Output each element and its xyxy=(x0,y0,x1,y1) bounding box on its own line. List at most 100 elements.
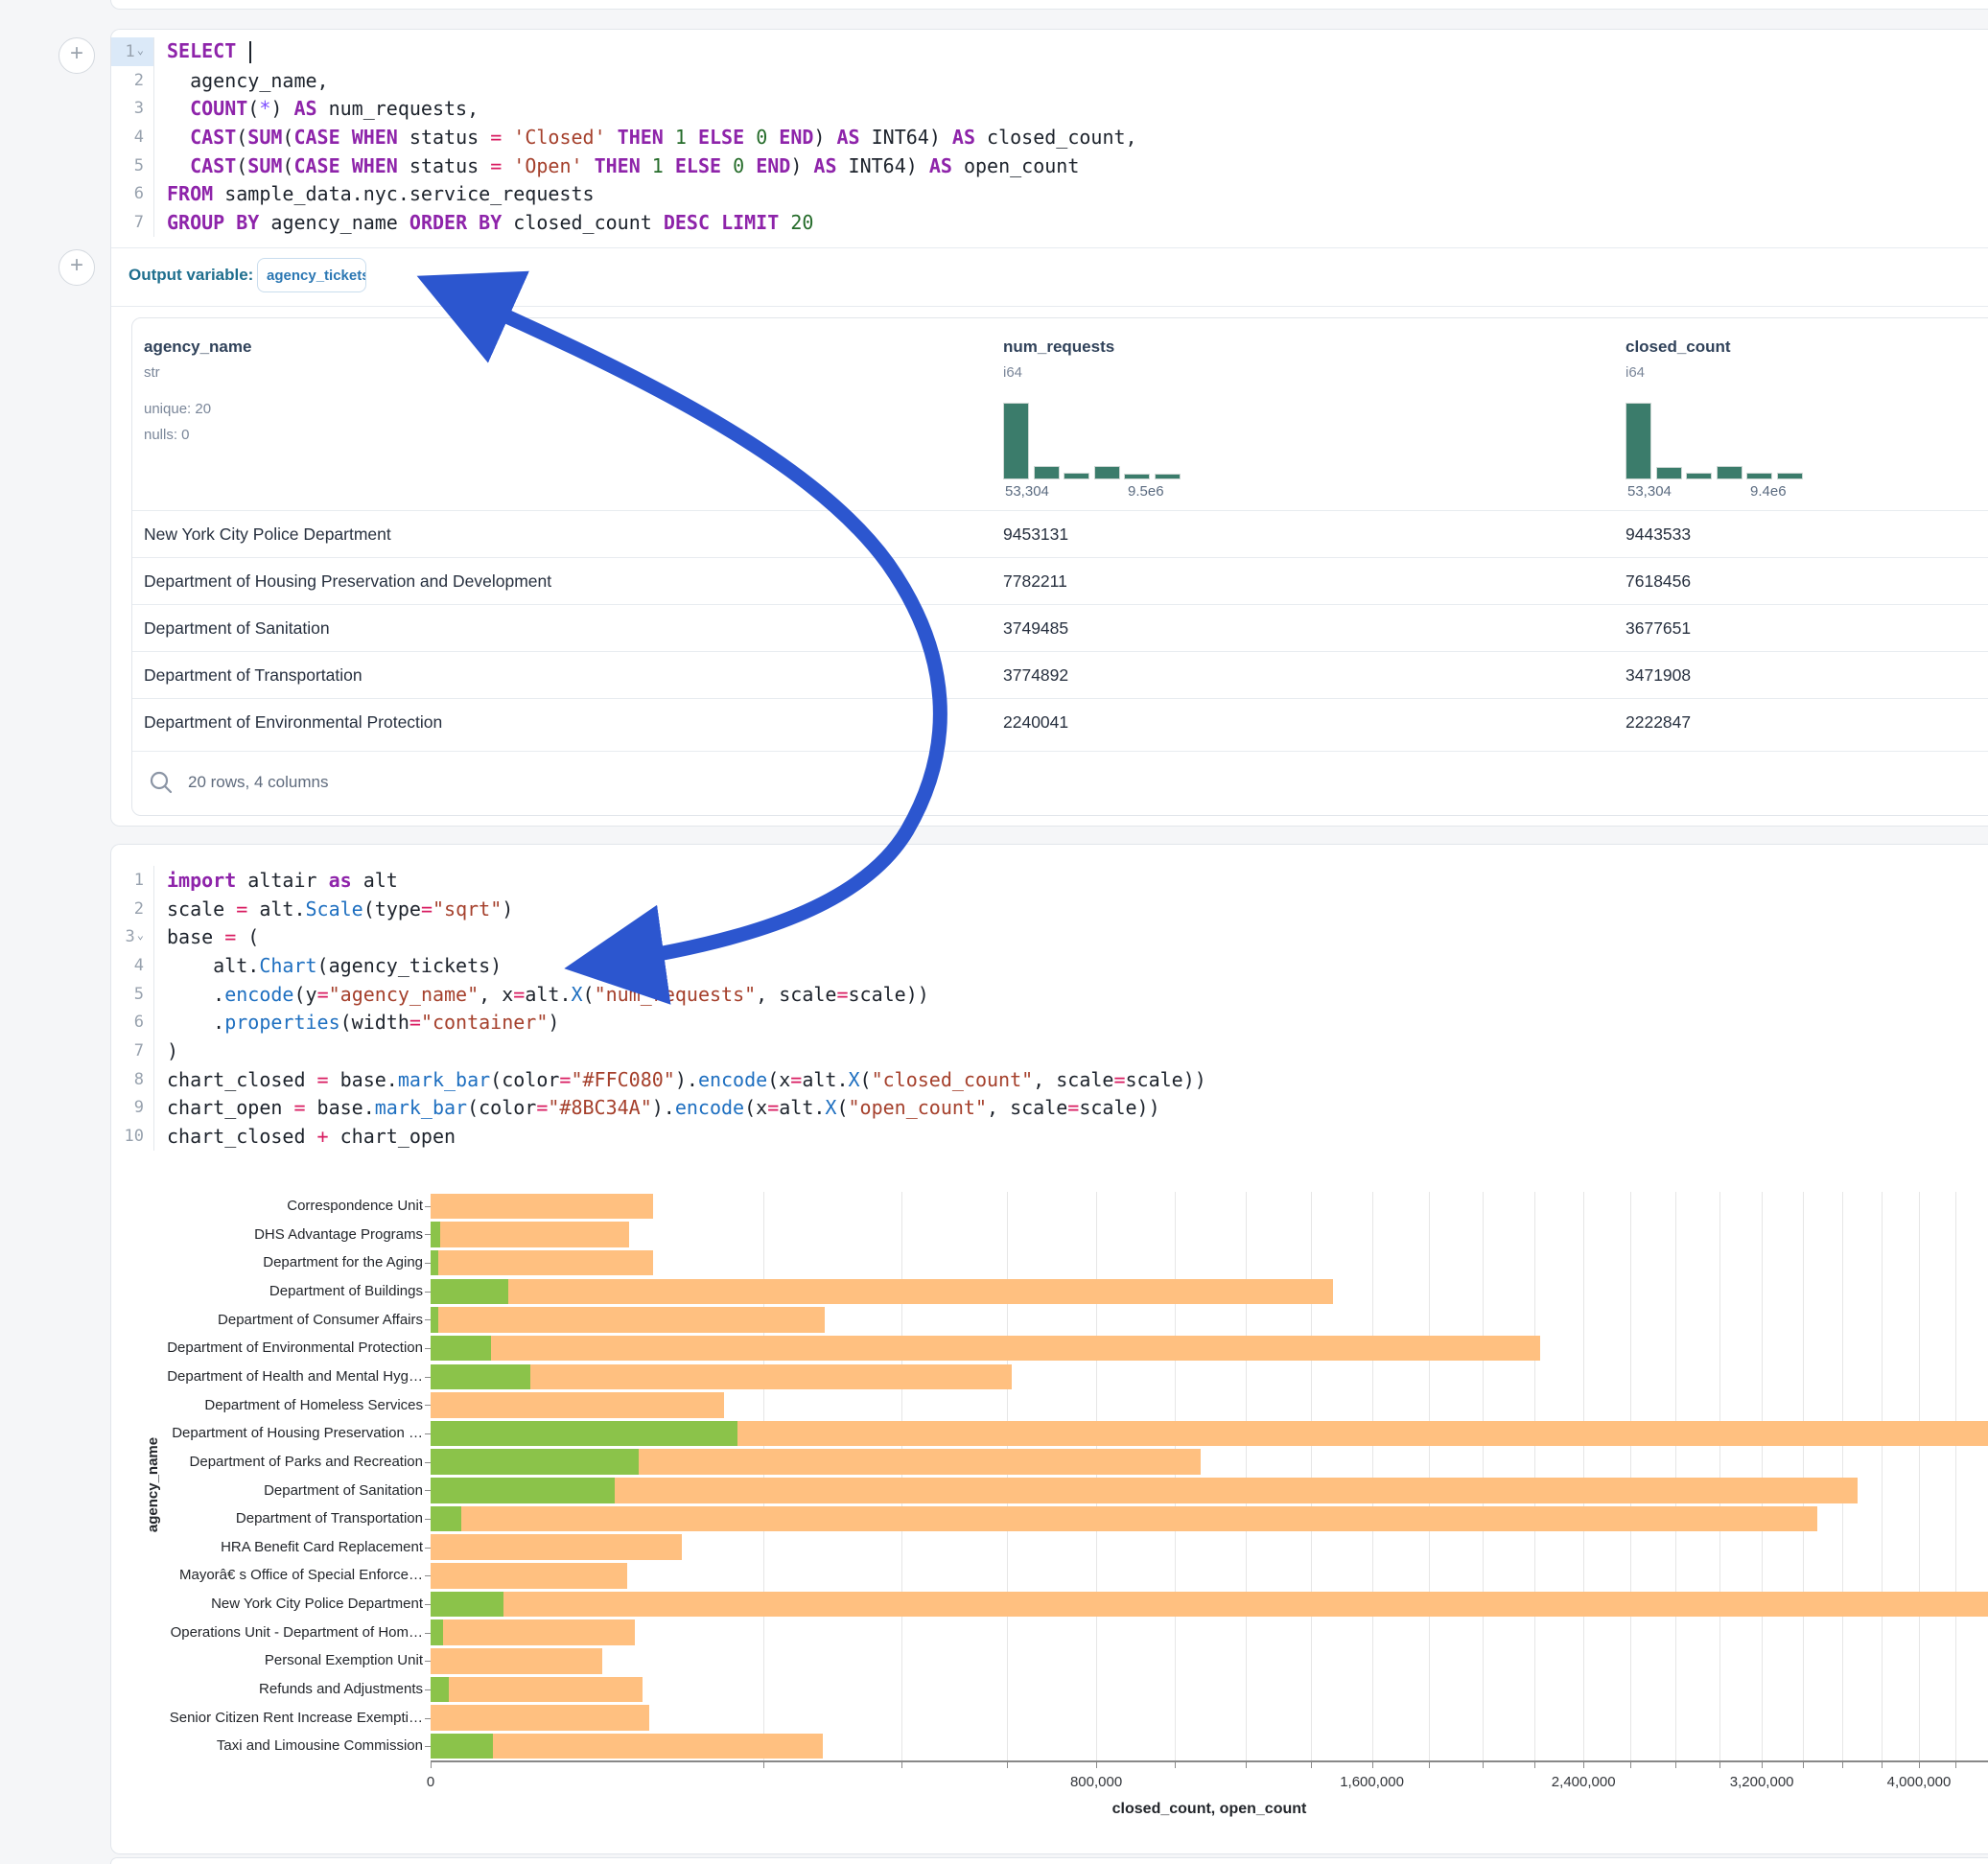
line-number: 4 xyxy=(111,951,154,980)
histogram-bar xyxy=(1746,473,1772,479)
table-row[interactable]: Department of Transportation 3774892 34719… xyxy=(132,651,1988,699)
table-row[interactable]: Department of Sanitation37494853677651 xyxy=(132,604,1988,652)
divider xyxy=(111,306,1988,307)
table-footer: 20 rows, 4 columns xyxy=(132,751,1988,816)
line-number: 4 xyxy=(111,123,154,151)
chevron-down-icon[interactable]: ⌄ xyxy=(137,43,144,57)
histogram-bar xyxy=(1155,474,1181,479)
table-cell: 3774892 xyxy=(1003,652,1068,699)
line-number: 7 xyxy=(111,208,154,237)
code-line: 1import altair as alt xyxy=(111,866,1988,895)
code-line: 5 .encode(y="agency_name", x=alt.X("num_… xyxy=(111,980,1988,1009)
column-histogram[interactable] xyxy=(1003,403,1185,479)
column-type: i64 xyxy=(1003,364,1022,381)
line-number: 1 xyxy=(111,866,154,895)
column-type: i64 xyxy=(1625,364,1645,381)
code-text: scale = alt.Scale(type="sqrt") xyxy=(154,897,513,920)
line-number: 5 xyxy=(111,980,154,1009)
text-cursor xyxy=(249,41,251,63)
table-cell: 3471908 xyxy=(1625,652,1691,699)
search-icon[interactable] xyxy=(148,769,175,796)
histogram-bar xyxy=(1717,466,1742,479)
python-code-editor[interactable]: 1import altair as alt2scale = alt.Scale(… xyxy=(111,866,1988,1151)
histogram-bar xyxy=(1686,473,1712,479)
python-cell-card: 1import altair as alt2scale = alt.Scale(… xyxy=(110,844,1988,1854)
code-text: CAST(SUM(CASE WHEN status = 'Closed' THE… xyxy=(154,126,1137,149)
line-number: 3 xyxy=(111,94,154,123)
result-table: agency_namestrunique: 20nulls: 0num_requ… xyxy=(131,317,1988,816)
histogram-bar xyxy=(1656,467,1682,479)
table-cell: 7618456 xyxy=(1625,558,1691,605)
code-text: chart_open = base.mark_bar(color="#8BC34… xyxy=(154,1096,1160,1119)
table-cell: Department of Transportation xyxy=(144,652,363,699)
table-row[interactable]: New York City Police Department945313194… xyxy=(132,510,1988,558)
code-text: .properties(width="container") xyxy=(154,1011,559,1034)
column-header[interactable]: closed_count xyxy=(1625,338,1731,357)
code-line: 2scale = alt.Scale(type="sqrt") xyxy=(111,895,1988,923)
code-text: .encode(y="agency_name", x=alt.X("num_re… xyxy=(154,983,929,1006)
output-variable-row: Output variable: agency_tickets xyxy=(111,248,1988,306)
output-variable-pill[interactable]: agency_tickets xyxy=(257,258,366,292)
code-line: 3 COUNT(*) AS num_requests, xyxy=(111,94,1988,123)
sql-code-editor[interactable]: 1⌄SELECT 2 agency_name,3 COUNT(*) AS num… xyxy=(111,37,1988,237)
table-cell: 2240041 xyxy=(1003,699,1068,746)
code-line: 4 alt.Chart(agency_tickets) xyxy=(111,951,1988,980)
line-number: 2 xyxy=(111,66,154,95)
chevron-down-icon[interactable]: ⌄ xyxy=(137,928,144,942)
histogram-min-label: 53,304 xyxy=(1005,483,1049,500)
add-cell-button[interactable]: + xyxy=(58,249,95,286)
histogram-bar xyxy=(1124,474,1150,479)
histogram-bar xyxy=(1034,466,1060,479)
code-line: 9chart_open = base.mark_bar(color="#8BC3… xyxy=(111,1094,1988,1123)
table-cell: 3749485 xyxy=(1003,605,1068,652)
column-header[interactable]: num_requests xyxy=(1003,338,1114,357)
code-text: CAST(SUM(CASE WHEN status = 'Open' THEN … xyxy=(154,154,1079,177)
output-variable-label: Output variable: xyxy=(129,266,253,285)
next-cell-edge xyxy=(110,1857,1988,1864)
histogram-bar xyxy=(1777,473,1803,479)
line-number: 6 xyxy=(111,1008,154,1037)
code-text: GROUP BY agency_name ORDER BY closed_cou… xyxy=(154,211,813,234)
table-row[interactable]: Department of Environmental Protection 22… xyxy=(132,698,1988,746)
code-text: ) xyxy=(154,1039,178,1062)
code-line: 10chart_closed + chart_open xyxy=(111,1122,1988,1151)
table-row[interactable]: Department of Housing Preservation and D… xyxy=(132,557,1988,605)
column-type: str xyxy=(144,364,160,381)
table-cell: 2222847 xyxy=(1625,699,1691,746)
line-number: 9 xyxy=(111,1094,154,1123)
code-line: 8chart_closed = base.mark_bar(color="#FF… xyxy=(111,1065,1988,1094)
histogram-max-label: 9.5e6 xyxy=(1128,483,1164,500)
line-number: 5 xyxy=(111,151,154,180)
code-text: agency_name, xyxy=(154,69,329,92)
histogram-bar xyxy=(1094,466,1120,479)
code-line: 3⌄base = ( xyxy=(111,922,1988,951)
line-number: 2 xyxy=(111,895,154,923)
previous-cell-edge xyxy=(110,0,1988,10)
histogram-bar xyxy=(1625,403,1651,479)
code-line: 6 .properties(width="container") xyxy=(111,1008,1988,1037)
table-cell: Department of Environmental Protection xyxy=(144,699,442,746)
code-text: import altair as alt xyxy=(154,869,398,892)
column-header[interactable]: agency_name xyxy=(144,338,251,357)
column-meta: nulls: 0 xyxy=(144,427,190,443)
column-histogram[interactable] xyxy=(1625,403,1808,479)
table-cell: 3677651 xyxy=(1625,605,1691,652)
line-number[interactable]: 3⌄ xyxy=(111,922,154,951)
table-cell: Department of Housing Preservation and D… xyxy=(144,558,551,605)
line-number: 10 xyxy=(111,1122,154,1151)
code-text: COUNT(*) AS num_requests, xyxy=(154,97,479,120)
code-text: alt.Chart(agency_tickets) xyxy=(154,954,502,977)
table-cell: 9443533 xyxy=(1625,511,1691,558)
add-cell-button[interactable]: + xyxy=(58,37,95,74)
code-line: 4 CAST(SUM(CASE WHEN status = 'Closed' T… xyxy=(111,123,1988,151)
histogram-min-label: 53,304 xyxy=(1627,483,1672,500)
histogram-bar xyxy=(1064,473,1089,479)
code-line: 2 agency_name, xyxy=(111,66,1988,95)
code-text: chart_closed + chart_open xyxy=(154,1125,456,1148)
histogram-bar xyxy=(1003,403,1029,479)
code-text: base = ( xyxy=(154,925,259,948)
code-line: 7GROUP BY agency_name ORDER BY closed_co… xyxy=(111,208,1988,237)
line-number[interactable]: 1⌄ xyxy=(111,37,154,66)
line-number: 8 xyxy=(111,1065,154,1094)
code-text: FROM sample_data.nyc.service_requests xyxy=(154,182,595,205)
